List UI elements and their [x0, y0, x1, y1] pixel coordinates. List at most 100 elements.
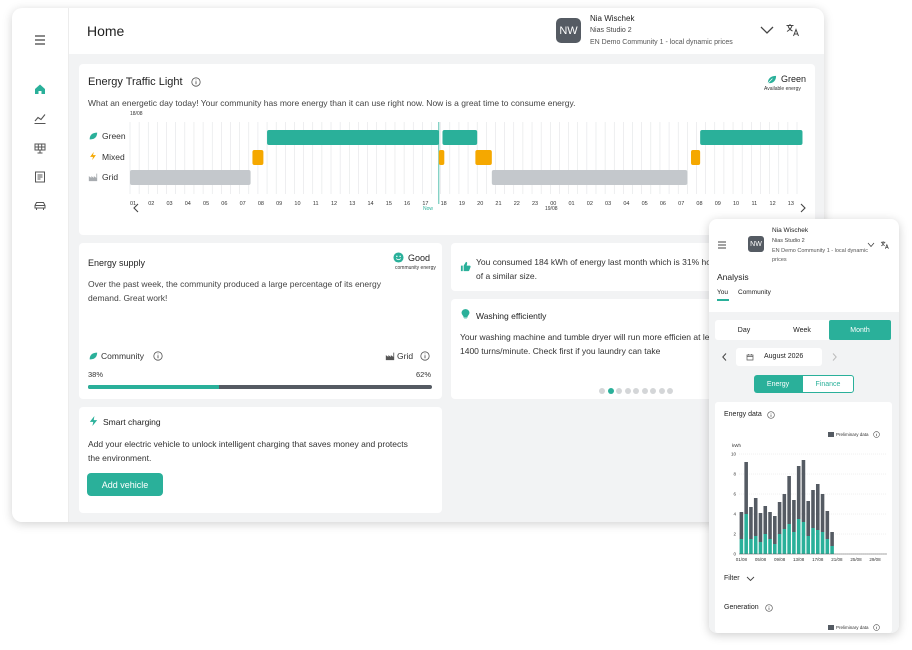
- add-vehicle-button[interactable]: Add vehicle: [87, 473, 163, 496]
- carousel-dot[interactable]: [641, 388, 648, 394]
- traffic-description: What an energetic day today! Your commun…: [88, 98, 576, 108]
- leaf-icon: [766, 75, 777, 85]
- avatar[interactable]: NW: [748, 236, 764, 252]
- bar-total[interactable]: [739, 512, 744, 539]
- bar-total[interactable]: [768, 512, 772, 539]
- info-icon[interactable]: [191, 77, 201, 87]
- carousel-dot[interactable]: [650, 388, 656, 394]
- bar-community[interactable]: [815, 530, 820, 554]
- thumbs-up-icon: [460, 261, 471, 272]
- carousel-dot[interactable]: [607, 388, 614, 394]
- bar-community[interactable]: [820, 532, 825, 554]
- tab-finance[interactable]: Finance: [802, 375, 854, 393]
- home-icon[interactable]: [33, 82, 47, 96]
- avatar[interactable]: NW: [556, 18, 581, 43]
- bar-total[interactable]: [796, 466, 801, 519]
- bar-community[interactable]: [830, 546, 834, 554]
- date-next-label: 19/08: [545, 206, 558, 212]
- energy-data-title: Energy data: [724, 411, 762, 418]
- bar-total[interactable]: [820, 494, 825, 532]
- carousel-dot[interactable]: [599, 388, 605, 394]
- timeline-block-mixed[interactable]: [438, 150, 445, 165]
- timeline-block-green[interactable]: [442, 130, 478, 145]
- bar-community[interactable]: [777, 534, 782, 554]
- bar-community[interactable]: [773, 544, 777, 554]
- timeline-block-green[interactable]: [700, 130, 803, 145]
- tab-energy[interactable]: Energy: [754, 375, 802, 393]
- timeline-block-green[interactable]: [267, 130, 439, 145]
- bar-community[interactable]: [768, 539, 772, 554]
- carousel-dot[interactable]: [667, 388, 673, 394]
- timeline-block-mixed[interactable]: [475, 150, 492, 165]
- bar-community[interactable]: [753, 536, 758, 554]
- bar-total[interactable]: [806, 501, 811, 536]
- bar-community[interactable]: [739, 539, 744, 554]
- document-icon[interactable]: [33, 170, 47, 184]
- timeline-block-grid[interactable]: [491, 170, 688, 185]
- car-icon[interactable]: [33, 199, 47, 213]
- info-icon[interactable]: [873, 431, 880, 438]
- bar-community[interactable]: [801, 522, 806, 554]
- bar-total[interactable]: [758, 513, 763, 542]
- bar-community[interactable]: [825, 539, 830, 554]
- bar-total[interactable]: [815, 484, 820, 530]
- carousel-dot[interactable]: [658, 388, 665, 394]
- translate-icon[interactable]: [880, 240, 890, 250]
- info-icon[interactable]: [765, 604, 773, 612]
- menu-icon[interactable]: [33, 33, 47, 47]
- bar-community[interactable]: [806, 536, 811, 554]
- tab-you[interactable]: You: [717, 289, 728, 296]
- bar-total[interactable]: [825, 511, 830, 539]
- chevron-right-icon[interactable]: [799, 202, 807, 214]
- bar-total[interactable]: [801, 460, 806, 522]
- bar-community[interactable]: [782, 529, 787, 554]
- bar-community[interactable]: [787, 524, 791, 554]
- filter-label[interactable]: Filter: [724, 575, 740, 582]
- translate-icon[interactable]: [785, 22, 801, 38]
- info-icon[interactable]: [767, 411, 775, 419]
- bar-community[interactable]: [758, 542, 763, 554]
- chevron-left-icon[interactable]: [721, 352, 728, 362]
- bar-total[interactable]: [753, 498, 758, 536]
- carousel-dot[interactable]: [633, 388, 639, 394]
- desktop-window: Home NW Nia Wischek Nias Studio 2 EN Dem…: [12, 8, 824, 522]
- timeline-block-grid[interactable]: [130, 170, 251, 185]
- carousel-dot[interactable]: [616, 388, 622, 394]
- bar-total[interactable]: [787, 476, 791, 524]
- tab-community[interactable]: Community: [738, 289, 771, 296]
- bar-total[interactable]: [782, 494, 787, 529]
- tab-month[interactable]: Month: [829, 320, 891, 340]
- bar-total[interactable]: [777, 502, 782, 534]
- timeline-block-mixed[interactable]: [252, 150, 264, 165]
- bar-total[interactable]: [763, 506, 768, 534]
- chevron-right-icon[interactable]: [831, 352, 838, 362]
- chevron-down-icon[interactable]: [867, 242, 875, 248]
- info-icon[interactable]: [153, 351, 163, 361]
- chevron-down-icon[interactable]: [746, 576, 755, 582]
- bar-total[interactable]: [811, 490, 815, 528]
- info-icon[interactable]: [873, 624, 880, 631]
- tab-week[interactable]: Week: [773, 320, 831, 340]
- analytics-icon[interactable]: [33, 111, 47, 125]
- bar-community[interactable]: [744, 514, 748, 554]
- info-icon[interactable]: [420, 351, 430, 361]
- bar-total[interactable]: [744, 462, 748, 514]
- tab-day[interactable]: Day: [715, 320, 773, 340]
- bar-total[interactable]: [792, 500, 796, 532]
- chevron-left-icon[interactable]: [132, 202, 140, 214]
- bar-community[interactable]: [811, 528, 815, 554]
- menu-icon[interactable]: [717, 240, 727, 250]
- bar-community[interactable]: [763, 534, 768, 554]
- carousel-dot[interactable]: [624, 388, 631, 394]
- x-tick-label: 21/08: [831, 557, 843, 562]
- bar-total[interactable]: [773, 516, 777, 544]
- bar-total[interactable]: [749, 507, 753, 539]
- solar-panel-icon[interactable]: [33, 141, 47, 155]
- bar-total[interactable]: [830, 532, 834, 546]
- bar-community[interactable]: [796, 519, 801, 554]
- month-label: August 2026: [764, 353, 804, 360]
- timeline-block-mixed[interactable]: [691, 150, 701, 165]
- bar-community[interactable]: [749, 539, 753, 554]
- chevron-down-icon[interactable]: [759, 25, 775, 35]
- bar-community[interactable]: [792, 532, 796, 554]
